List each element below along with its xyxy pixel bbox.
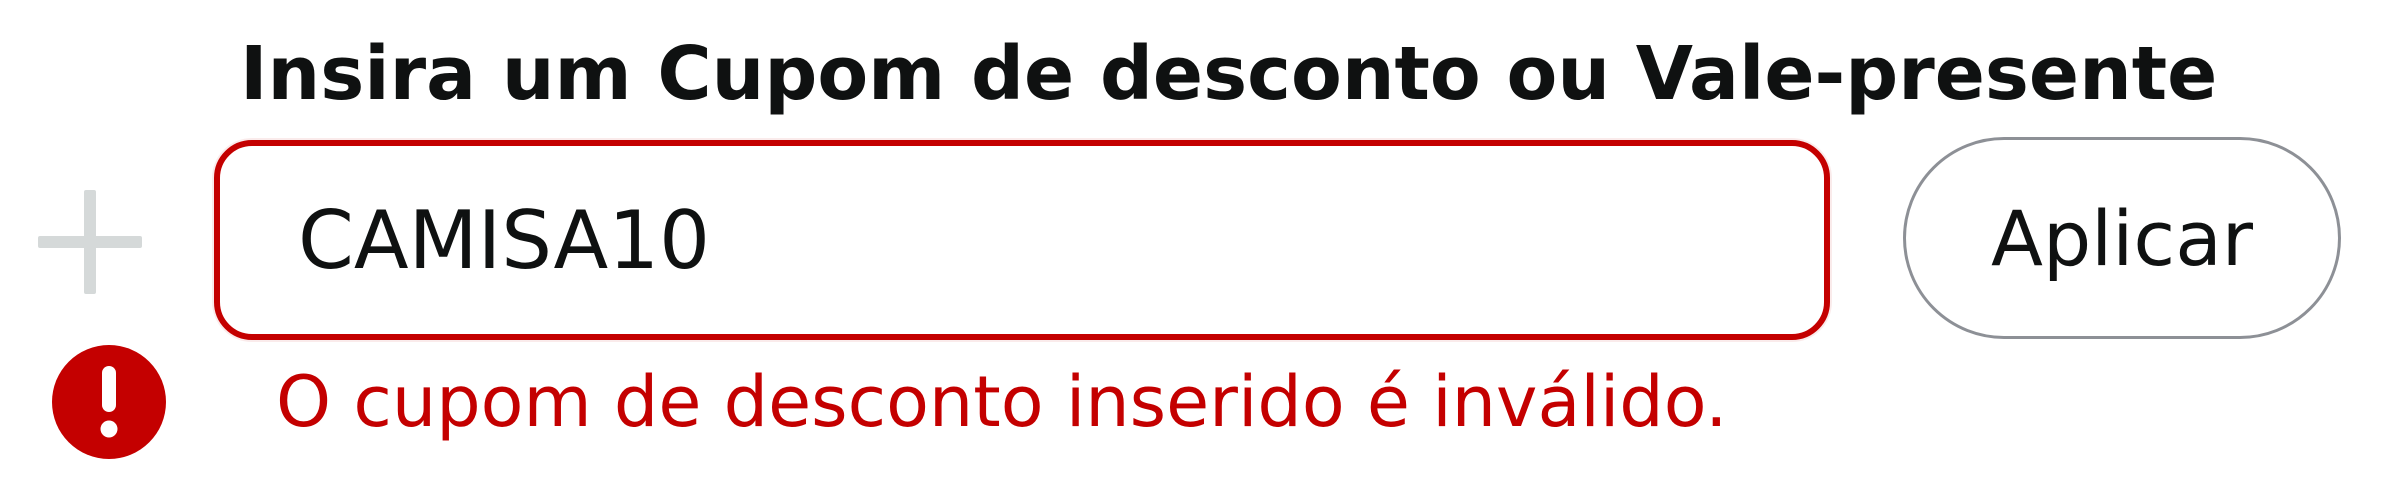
coupon-error-message: O cupom de desconto inserido é inválido.	[52, 342, 1728, 462]
coupon-code-input[interactable]	[214, 140, 1830, 340]
exclamation-circle-icon	[52, 345, 166, 459]
coupon-entry-panel: Insira um Cupom de desconto ou Vale-pres…	[0, 0, 2388, 500]
plus-icon[interactable]	[38, 190, 142, 294]
error-text: O cupom de desconto inserido é inválido.	[276, 361, 1728, 443]
coupon-section-title: Insira um Cupom de desconto ou Vale-pres…	[240, 31, 2218, 117]
apply-coupon-button[interactable]: Aplicar	[1903, 137, 2341, 339]
